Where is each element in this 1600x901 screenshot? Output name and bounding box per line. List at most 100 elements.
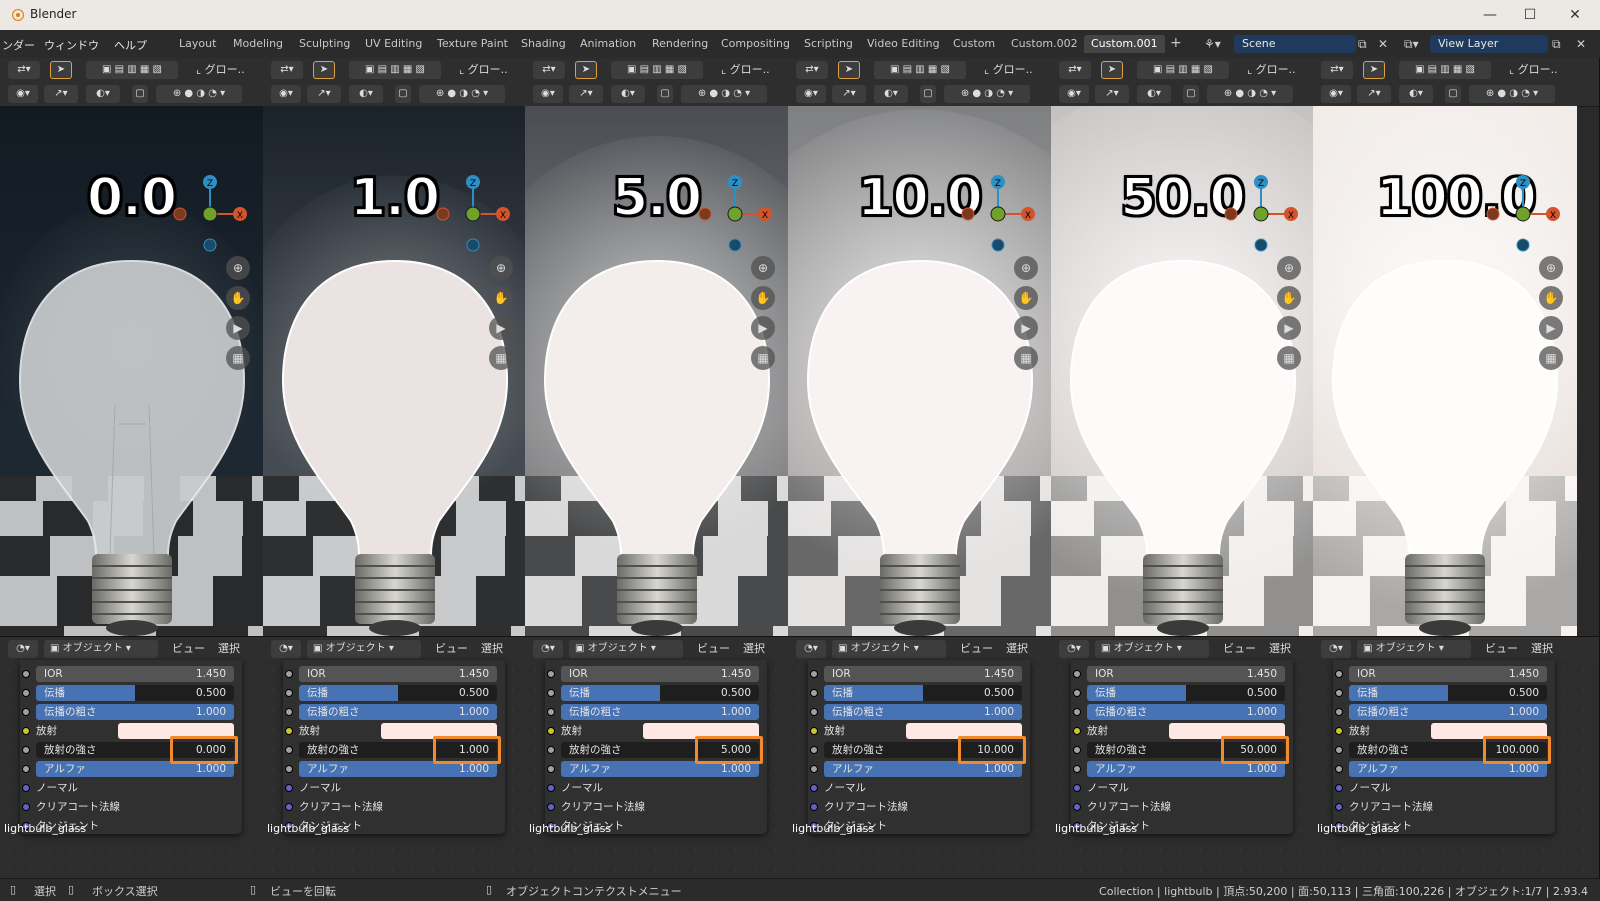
tab-scripting[interactable]: Scripting xyxy=(797,35,860,53)
scene-field[interactable]: Scene xyxy=(1234,35,1356,53)
menu-view[interactable]: ビュー xyxy=(1223,640,1256,658)
transform-orientation-dropdown[interactable]: ⌞ グロー.. xyxy=(1247,61,1296,79)
input-socket[interactable] xyxy=(810,765,818,773)
visibility-eye-icon[interactable]: ◉▾ xyxy=(271,85,301,103)
overlay-toggle-icon[interactable]: ◐▾ xyxy=(874,85,908,103)
overlay-toggle-icon[interactable]: ◐▾ xyxy=(611,85,645,103)
node-editor-canvas[interactable]: IOR 1.450 伝播 0.500 伝播の粗さ 1.000 放射 放射の強さ … xyxy=(1313,660,1599,878)
menu-select[interactable]: 選択 xyxy=(743,640,765,658)
new-scene-icon[interactable]: ⧉ xyxy=(1358,35,1367,53)
transmission-roughness-slider[interactable]: 伝播の粗さ 1.000 xyxy=(1073,704,1285,720)
input-socket[interactable] xyxy=(1335,727,1343,735)
3d-viewport[interactable]: 10.0 Z X ⊕ ✋ ▶ ▦ xyxy=(788,106,1051,686)
input-socket[interactable] xyxy=(285,784,293,792)
input-socket[interactable] xyxy=(547,803,555,811)
camera-view-icon[interactable]: ▶ xyxy=(751,316,775,340)
transform-orientation-dropdown[interactable]: ⌞ グロー.. xyxy=(1509,61,1558,79)
tab-custom-001[interactable]: Custom.001 xyxy=(1084,35,1165,53)
pan-hand-icon[interactable]: ✋ xyxy=(1539,286,1563,310)
ior-field[interactable]: IOR 1.450 xyxy=(547,666,759,682)
input-socket[interactable] xyxy=(810,746,818,754)
select-tool-icon[interactable]: ➤ xyxy=(575,61,597,79)
camera-view-icon[interactable]: ▶ xyxy=(226,316,250,340)
tab-animation[interactable]: Animation xyxy=(573,35,643,53)
xray-toggle-icon[interactable]: ▢ xyxy=(1183,85,1199,103)
input-socket[interactable] xyxy=(1335,708,1343,716)
ior-field[interactable]: IOR 1.450 xyxy=(1335,666,1547,682)
tab-sculpting[interactable]: Sculpting xyxy=(292,35,357,53)
3d-viewport[interactable]: 0.0 Z X ⊕ ✋ ▶ ▦ xyxy=(0,106,263,686)
object-mode-dropdown[interactable]: ▣ オブジェクト ▾ xyxy=(1095,640,1209,658)
xray-toggle-icon[interactable]: ▢ xyxy=(1445,85,1461,103)
view-layer-field[interactable]: View Layer xyxy=(1430,35,1548,53)
scene-selector-icon[interactable]: ⚘▾ xyxy=(1204,35,1221,53)
zoom-icon[interactable]: ⊕ xyxy=(1014,256,1038,280)
node-editor-canvas[interactable]: IOR 1.450 伝播 0.500 伝播の粗さ 1.000 放射 放射の強さ … xyxy=(1051,660,1314,878)
object-mode-dropdown[interactable]: ▣ オブジェクト ▾ xyxy=(1357,640,1471,658)
select-mode-buttons[interactable]: ▣ ▤ ▥ ▦ ▧ xyxy=(86,61,178,79)
tab-rendering[interactable]: Rendering xyxy=(645,35,715,53)
visibility-eye-icon[interactable]: ◉▾ xyxy=(533,85,563,103)
pan-hand-icon[interactable]: ✋ xyxy=(1014,286,1038,310)
zoom-icon[interactable]: ⊕ xyxy=(1539,256,1563,280)
close-button[interactable]: ✕ xyxy=(1560,5,1590,25)
camera-view-icon[interactable]: ▶ xyxy=(1539,316,1563,340)
gizmo-toggle-icon[interactable]: ↗▾ xyxy=(307,85,341,103)
3d-viewport[interactable]: 50.0 Z X ⊕ ✋ ▶ ▦ xyxy=(1051,106,1314,686)
input-socket[interactable] xyxy=(1335,670,1343,678)
pan-hand-icon[interactable]: ✋ xyxy=(489,286,513,310)
object-mode-dropdown[interactable]: ▣ オブジェクト ▾ xyxy=(307,640,421,658)
shading-mode-buttons[interactable]: ⊕ ● ◑ ◔ ▾ xyxy=(1469,85,1555,103)
editor-type-button[interactable]: ◔▾ xyxy=(271,640,301,658)
transmission-slider[interactable]: 伝播 0.500 xyxy=(285,685,497,701)
overlay-toggle-icon[interactable]: ◐▾ xyxy=(1399,85,1433,103)
input-socket[interactable] xyxy=(285,670,293,678)
node-editor-canvas[interactable]: IOR 1.450 伝播 0.500 伝播の粗さ 1.000 放射 放射の強さ … xyxy=(525,660,788,878)
minimize-button[interactable]: — xyxy=(1475,5,1505,25)
perspective-grid-icon[interactable]: ▦ xyxy=(1539,346,1563,370)
menu-view[interactable]: ビュー xyxy=(435,640,468,658)
principled-bsdf-node[interactable]: IOR 1.450 伝播 0.500 伝播の粗さ 1.000 放射 放射の強さ … xyxy=(545,660,767,834)
zoom-icon[interactable]: ⊕ xyxy=(1277,256,1301,280)
delete-view-layer-icon[interactable]: ✕ xyxy=(1576,35,1586,53)
select-tool-icon[interactable]: ➤ xyxy=(313,61,335,79)
input-socket[interactable] xyxy=(22,765,30,773)
transmission-roughness-slider[interactable]: 伝播の粗さ 1.000 xyxy=(22,704,234,720)
select-mode-buttons[interactable]: ▣ ▤ ▥ ▦ ▧ xyxy=(1137,61,1229,79)
select-tool-icon[interactable]: ➤ xyxy=(50,61,72,79)
visibility-eye-icon[interactable]: ◉▾ xyxy=(8,85,38,103)
editor-type-button[interactable]: ⇄▾ xyxy=(1059,61,1091,79)
ior-field[interactable]: IOR 1.450 xyxy=(810,666,1022,682)
select-mode-buttons[interactable]: ▣ ▤ ▥ ▦ ▧ xyxy=(349,61,441,79)
perspective-grid-icon[interactable]: ▦ xyxy=(226,346,250,370)
view-layer-icon[interactable]: ⧉▾ xyxy=(1404,35,1419,53)
xray-toggle-icon[interactable]: ▢ xyxy=(132,85,148,103)
input-socket[interactable] xyxy=(547,689,555,697)
add-workspace-button[interactable]: + xyxy=(1170,35,1182,51)
transform-orientation-dropdown[interactable]: ⌞ グロー.. xyxy=(196,61,245,79)
3d-viewport[interactable]: 1.0 Z X ⊕ ✋ ▶ ▦ xyxy=(263,106,526,686)
input-socket[interactable] xyxy=(547,727,555,735)
editor-type-button[interactable]: ◔▾ xyxy=(8,640,38,658)
input-socket[interactable] xyxy=(285,708,293,716)
transmission-slider[interactable]: 伝播 0.500 xyxy=(547,685,759,701)
object-mode-dropdown[interactable]: ▣ オブジェクト ▾ xyxy=(569,640,683,658)
input-socket[interactable] xyxy=(1335,746,1343,754)
principled-bsdf-node[interactable]: IOR 1.450 伝播 0.500 伝播の粗さ 1.000 放射 放射の強さ … xyxy=(20,660,242,834)
object-mode-dropdown[interactable]: ▣ オブジェクト ▾ xyxy=(832,640,946,658)
shading-mode-buttons[interactable]: ⊕ ● ◑ ◔ ▾ xyxy=(1207,85,1293,103)
zoom-icon[interactable]: ⊕ xyxy=(489,256,513,280)
menu-help[interactable]: ヘルプ xyxy=(114,37,147,53)
input-socket[interactable] xyxy=(810,803,818,811)
perspective-grid-icon[interactable]: ▦ xyxy=(1014,346,1038,370)
tab-custom[interactable]: Custom xyxy=(946,35,1002,53)
shading-mode-buttons[interactable]: ⊕ ● ◑ ◔ ▾ xyxy=(419,85,505,103)
input-socket[interactable] xyxy=(285,765,293,773)
transmission-slider[interactable]: 伝播 0.500 xyxy=(22,685,234,701)
navigation-gizmo[interactable]: Z X xyxy=(170,166,260,256)
input-socket[interactable] xyxy=(285,803,293,811)
pan-hand-icon[interactable]: ✋ xyxy=(751,286,775,310)
input-socket[interactable] xyxy=(22,803,30,811)
transmission-roughness-slider[interactable]: 伝播の粗さ 1.000 xyxy=(547,704,759,720)
transmission-slider[interactable]: 伝播 0.500 xyxy=(1073,685,1285,701)
